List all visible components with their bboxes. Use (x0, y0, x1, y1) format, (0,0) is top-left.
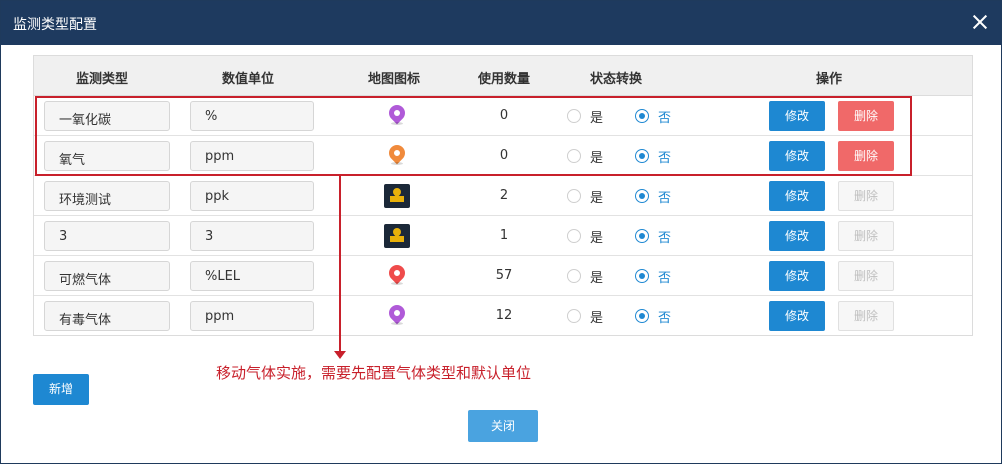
unit-field[interactable]: ppm (190, 141, 314, 171)
status-yes-label[interactable]: 是 (590, 267, 603, 286)
status-no-radio[interactable] (635, 269, 649, 283)
delete-button: 删除 (838, 181, 894, 211)
monitor-type-field[interactable]: 氧气 (44, 141, 170, 171)
status-no-label[interactable]: 否 (658, 147, 671, 166)
map-tile-icon (384, 184, 410, 208)
edit-button[interactable]: 修改 (769, 101, 825, 131)
pin-purple-icon (385, 301, 409, 325)
map-icon-cell[interactable] (384, 301, 410, 328)
edit-button[interactable]: 修改 (769, 301, 825, 331)
status-no-label[interactable]: 否 (658, 187, 671, 206)
status-no-label[interactable]: 否 (658, 107, 671, 126)
table-row: 有毒气体 ppm 12 是 否 修改 删除 (34, 296, 972, 336)
table-row: 可燃气体 %LEL 57 是 否 修改 删除 (34, 256, 972, 296)
status-yes-radio[interactable] (567, 149, 581, 163)
pin-shadow (391, 122, 403, 125)
dialog: 监测类型配置 监测类型 数值单位 地图图标 使用数量 状态转换 操作 一氧化碳 … (0, 0, 1002, 464)
delete-button: 删除 (838, 301, 894, 331)
header-unit: 数值单位 (222, 72, 275, 87)
header-status-switch: 状态转换 (590, 72, 643, 87)
unit-field[interactable]: % (190, 101, 314, 131)
status-no-radio[interactable] (635, 229, 649, 243)
usage-count: 1 (499, 228, 509, 243)
status-no-radio[interactable] (635, 109, 649, 123)
status-no-radio[interactable] (635, 309, 649, 323)
header-actions: 操作 (816, 72, 843, 87)
monitor-type-field[interactable]: 3 (44, 221, 170, 251)
pin-shadow (391, 282, 403, 285)
unit-field[interactable]: %LEL (190, 261, 314, 291)
map-icon-cell[interactable] (384, 101, 410, 128)
monitor-type-table: 监测类型 数值单位 地图图标 使用数量 状态转换 操作 一氧化碳 % 0 是 否… (33, 55, 973, 336)
header-map-icon: 地图图标 (368, 72, 421, 87)
delete-button[interactable]: 删除 (838, 101, 894, 131)
edit-button[interactable]: 修改 (769, 141, 825, 171)
usage-count: 0 (499, 108, 509, 123)
annotation-text: 移动气体实施，需要先配置气体类型和默认单位 (216, 364, 532, 382)
pin-purple-icon (385, 101, 409, 125)
status-yes-radio[interactable] (567, 109, 581, 123)
monitor-type-field[interactable]: 一氧化碳 (44, 101, 170, 131)
map-tile-icon (384, 224, 410, 248)
status-yes-label[interactable]: 是 (590, 187, 603, 206)
table-header: 监测类型 数值单位 地图图标 使用数量 状态转换 操作 (34, 56, 972, 96)
table-row: 一氧化碳 % 0 是 否 修改 删除 (34, 96, 972, 136)
table-row: 环境测试 ppk 2 是 否 修改 删除 (34, 176, 972, 216)
status-yes-radio[interactable] (567, 229, 581, 243)
monitor-type-field[interactable]: 环境测试 (44, 181, 170, 211)
map-icon-cell[interactable] (384, 224, 410, 248)
status-yes-radio[interactable] (567, 189, 581, 203)
status-yes-label[interactable]: 是 (590, 227, 603, 246)
map-icon-cell[interactable] (384, 141, 410, 168)
delete-button[interactable]: 删除 (838, 141, 894, 171)
map-icon-cell[interactable] (384, 184, 410, 208)
usage-count: 2 (499, 188, 509, 203)
monitor-type-field[interactable]: 可燃气体 (44, 261, 170, 291)
add-button[interactable]: 新增 (33, 374, 89, 405)
header-monitor-type: 监测类型 (76, 72, 129, 87)
status-no-label[interactable]: 否 (658, 267, 671, 286)
status-yes-radio[interactable] (567, 309, 581, 323)
header-usage-count: 使用数量 (478, 72, 531, 87)
status-no-label[interactable]: 否 (658, 307, 671, 326)
unit-field[interactable]: ppm (190, 301, 314, 331)
status-no-label[interactable]: 否 (658, 227, 671, 246)
pin-orange-icon (385, 141, 409, 165)
unit-field[interactable]: ppk (190, 181, 314, 211)
usage-count: 57 (495, 268, 513, 283)
pin-red-icon (385, 261, 409, 285)
map-icon-cell[interactable] (384, 261, 410, 288)
edit-button[interactable]: 修改 (769, 181, 825, 211)
annotation-arrow-head (334, 351, 346, 359)
status-no-radio[interactable] (635, 149, 649, 163)
status-yes-label[interactable]: 是 (590, 307, 603, 326)
dialog-title: 监测类型配置 (13, 17, 97, 33)
status-yes-label[interactable]: 是 (590, 147, 603, 166)
status-yes-label[interactable]: 是 (590, 107, 603, 126)
dialog-titlebar: 监测类型配置 (1, 1, 1001, 45)
usage-count: 0 (499, 148, 509, 163)
close-icon[interactable] (971, 13, 989, 31)
edit-button[interactable]: 修改 (769, 221, 825, 251)
delete-button: 删除 (838, 261, 894, 291)
usage-count: 12 (495, 308, 513, 323)
status-no-radio[interactable] (635, 189, 649, 203)
close-button[interactable]: 关闭 (468, 410, 538, 442)
unit-field[interactable]: 3 (190, 221, 314, 251)
monitor-type-field[interactable]: 有毒气体 (44, 301, 170, 331)
pin-shadow (391, 322, 403, 325)
pin-shadow (391, 162, 403, 165)
status-yes-radio[interactable] (567, 269, 581, 283)
table-row: 氧气 ppm 0 是 否 修改 删除 (34, 136, 972, 176)
delete-button: 删除 (838, 221, 894, 251)
edit-button[interactable]: 修改 (769, 261, 825, 291)
annotation-arrow-line (339, 176, 341, 353)
table-row: 3 3 1 是 否 修改 删除 (34, 216, 972, 256)
